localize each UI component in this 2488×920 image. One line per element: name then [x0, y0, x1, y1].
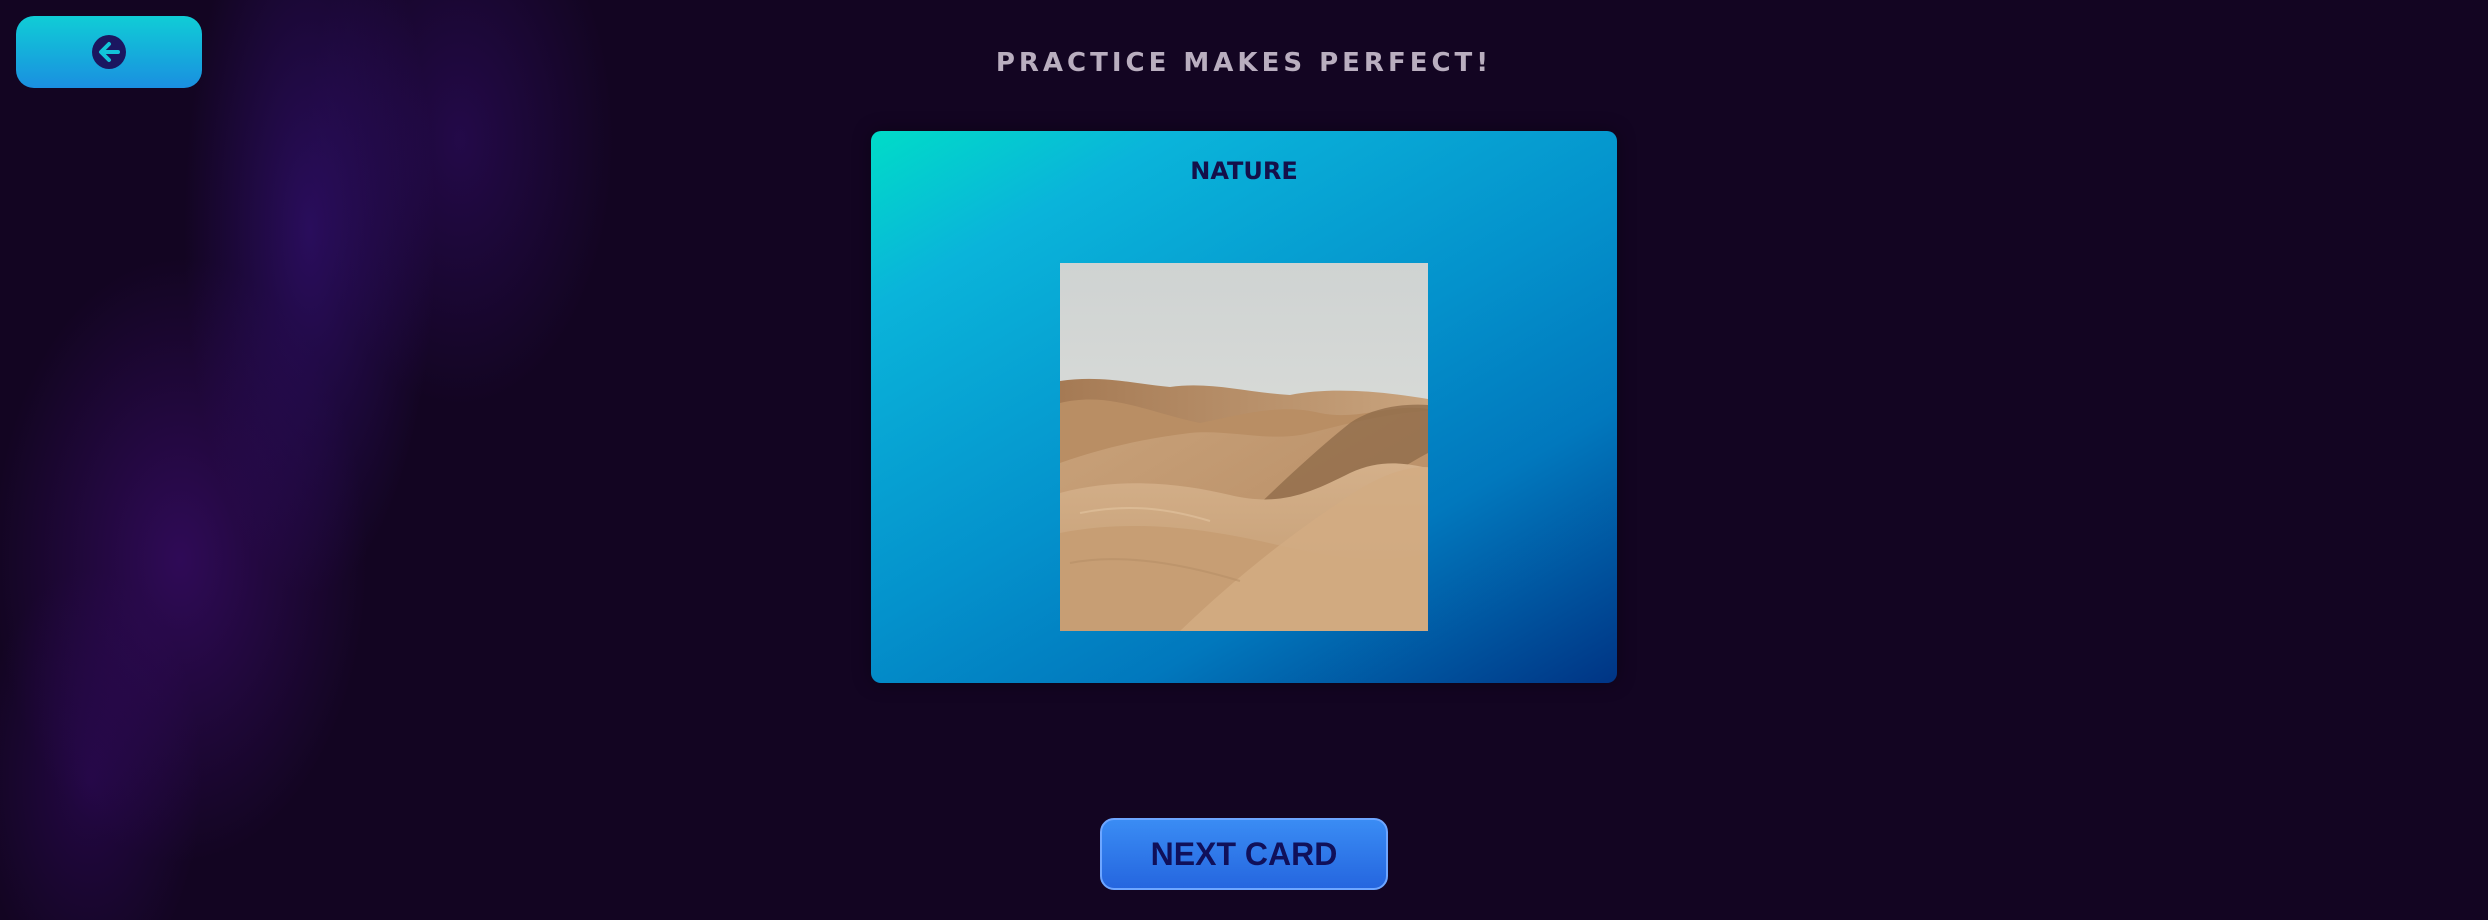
card-category-label: NATURE [1190, 157, 1298, 185]
flashcard: NATURE [871, 131, 1617, 683]
app-screen: PRACTICE MAKES PERFECT! NATURE NEXT CARD [0, 0, 2488, 920]
next-card-button[interactable]: NEXT CARD [1100, 818, 1388, 890]
desert-dunes-image [1060, 263, 1428, 631]
page-title: PRACTICE MAKES PERFECT! [995, 48, 1493, 78]
